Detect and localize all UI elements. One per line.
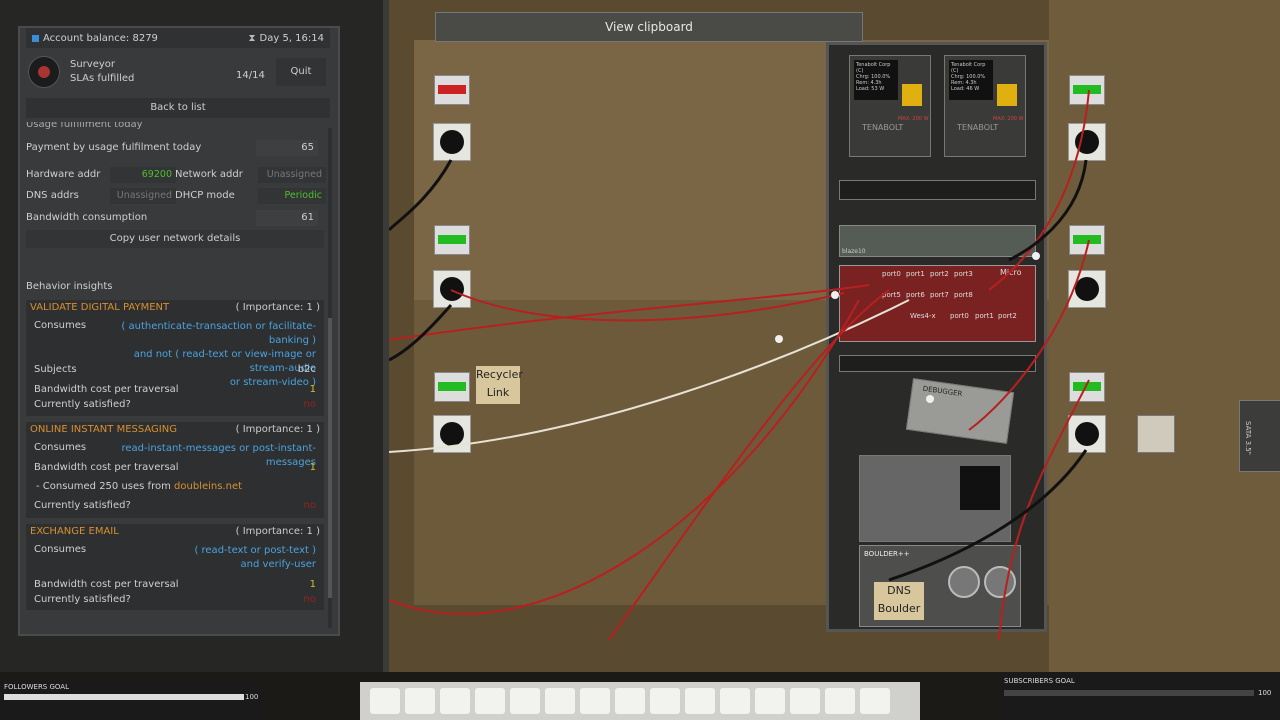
cable-node <box>926 395 934 403</box>
bandwidth-row: Bandwidth consumption 61 <box>26 209 324 227</box>
cable-red <box>968 239 1090 431</box>
consumes-expression: ( authenticate-transaction or facilitate… <box>121 321 316 388</box>
insight-title: ONLINE INSTANT MESSAGING <box>30 424 177 435</box>
payment-row: Payment by usage fulfilment today 65 <box>26 139 324 157</box>
insight-importance: ( Importance: 1 ) <box>235 526 320 537</box>
terminal-monitor: Account balance: 8279 ⧗ Day 5, 16:14 Sur… <box>0 0 389 672</box>
network-addr-label: Network addr <box>175 169 243 180</box>
network-workspace: View clipboard Recycler Link SATA 3.5" T… <box>389 0 1280 672</box>
satisfied-value: no <box>303 594 316 605</box>
dhcp-label: DHCP mode <box>175 190 235 201</box>
status-bar: Account balance: 8279 ⧗ Day 5, 16:14 <box>26 28 330 48</box>
cost-value: 1 <box>309 384 316 395</box>
subscribers-goal-widget: SUBSCRIBERS GOAL 100 <box>1000 672 1280 720</box>
cable-white <box>389 299 910 453</box>
satisfied-value: no <box>303 399 316 410</box>
balance-icon <box>32 34 39 42</box>
subjects-value: b2c <box>297 364 316 375</box>
insight-title: EXCHANGE EMAIL <box>30 526 119 537</box>
user-detail-screen: Account balance: 8279 ⧗ Day 5, 16:14 Sur… <box>18 26 340 636</box>
dhcp-value[interactable]: Periodic <box>258 188 326 204</box>
subscribers-progress <box>1004 690 1254 696</box>
cable-node <box>1032 252 1040 260</box>
cable-red <box>998 379 1090 641</box>
cost-value: 1 <box>309 462 316 473</box>
insight-exchange-email: EXCHANGE EMAIL ( Importance: 1 ) Consume… <box>26 524 324 610</box>
cut-off-row: Usage fulfillment today <box>26 122 143 130</box>
sla-count: 14/14 <box>236 70 265 81</box>
behavior-insights-title: Behavior insights <box>26 281 113 292</box>
quit-button[interactable]: Quit <box>276 58 326 86</box>
cable-red <box>389 299 860 615</box>
satisfied-value: no <box>303 500 316 511</box>
avatar <box>28 56 60 88</box>
sla-label: SLAs fulfilled <box>70 73 135 84</box>
cable-black <box>888 449 1088 582</box>
cable-node <box>831 291 839 299</box>
account-balance: Account balance: 8279 <box>43 32 158 44</box>
scrollbar-thumb[interactable] <box>328 318 332 598</box>
user-name: Surveyor <box>70 59 116 70</box>
network-addr-value: Unassigned <box>258 167 326 183</box>
hardware-addr-value: 69200 <box>110 167 176 183</box>
user-row: Surveyor SLAs fulfilled 14/14 Quit <box>26 50 330 94</box>
followers-progress <box>4 694 244 700</box>
uses-prefix: - Consumed 250 uses from <box>36 481 171 492</box>
day-time: Day 5, 16:14 <box>259 32 324 44</box>
cable-layer <box>389 89 1090 641</box>
insight-title: VALIDATE DIGITAL PAYMENT <box>30 302 170 313</box>
consumes-expression: ( read-text or post-text ) and verify-us… <box>194 545 316 570</box>
cable-red <box>988 89 1090 291</box>
insight-importance: ( Importance: 1 ) <box>235 302 320 313</box>
dns-value: Unassigned <box>110 188 176 204</box>
cable-red <box>608 289 890 641</box>
followers-goal-widget: FOLLOWERS GOAL 100 <box>0 680 262 720</box>
cost-value: 1 <box>309 579 316 590</box>
copy-network-details-button[interactable]: Copy user network details <box>26 230 324 248</box>
insight-validate-payment: VALIDATE DIGITAL PAYMENT ( Importance: 1… <box>26 300 324 416</box>
payment-value: 65 <box>256 140 318 156</box>
insight-importance: ( Importance: 1 ) <box>235 424 320 435</box>
bandwidth-value: 61 <box>256 210 318 226</box>
cable-black <box>389 159 453 232</box>
uses-host-link[interactable]: doubleins.net <box>174 481 242 492</box>
keyboard <box>360 682 920 720</box>
cable-node <box>775 335 783 343</box>
back-to-list-button[interactable]: Back to list <box>26 98 330 118</box>
insight-instant-messaging: ONLINE INSTANT MESSAGING ( Importance: 1… <box>26 422 324 518</box>
cable-black <box>1008 159 1088 262</box>
hourglass-icon: ⧗ <box>248 32 256 44</box>
